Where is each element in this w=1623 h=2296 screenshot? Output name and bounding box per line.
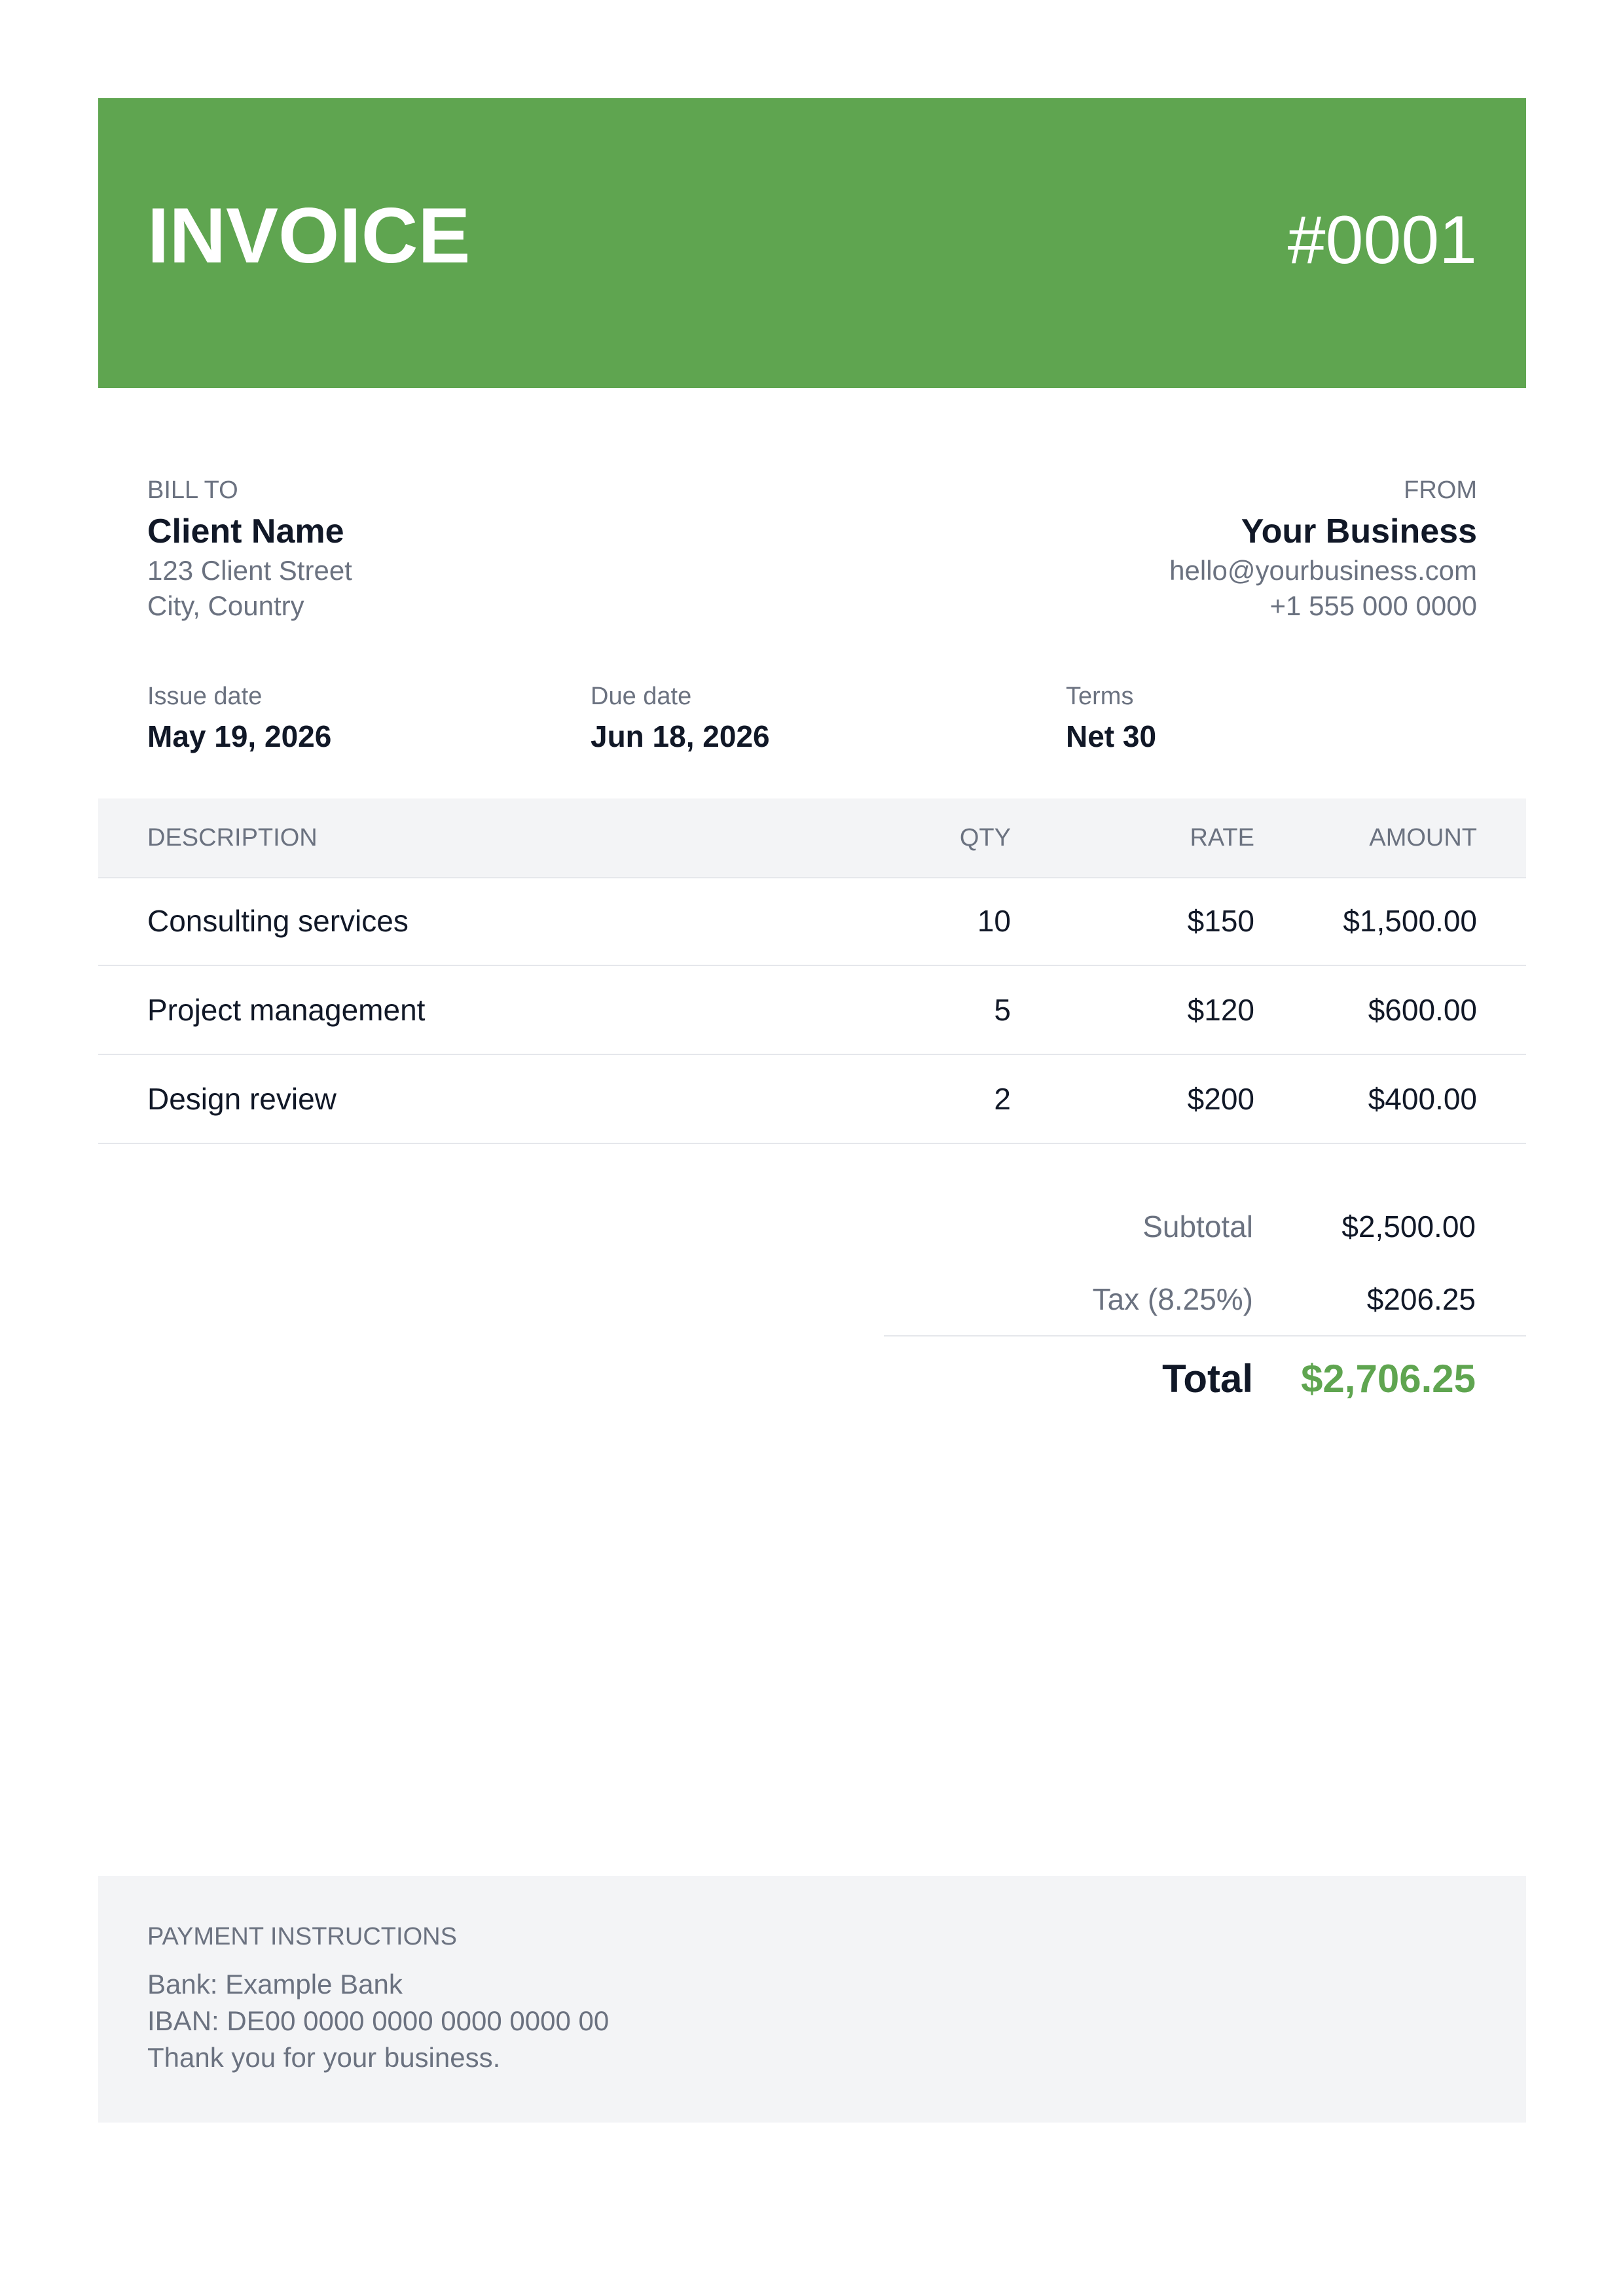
business-phone: +1 555 000 0000 [1269, 590, 1477, 621]
payment-instructions-panel: PAYMENT INSTRUCTIONS Bank: Example Bank … [98, 1876, 1526, 2123]
item-rate: $120 [1187, 993, 1254, 1027]
table-row: Design review 2 $200 $400.00 [98, 1055, 1526, 1144]
terms-label: Terms [1066, 683, 1134, 710]
item-rate: $150 [1187, 904, 1254, 938]
totals-divider [884, 1335, 1526, 1336]
from-block: FROM Your Business hello@yourbusiness.co… [822, 475, 1477, 624]
subtotal-label: Subtotal [1142, 1210, 1253, 1244]
column-header-amount: AMOUNT [1369, 824, 1477, 852]
tax-value: $206.25 [1366, 1282, 1476, 1316]
client-address-line-2: City, Country [147, 590, 304, 621]
subtotal-value: $2,500.00 [1341, 1210, 1476, 1244]
column-header-qty: QTY [959, 824, 1011, 852]
total-value: $2,706.25 [1301, 1357, 1476, 1401]
from-label: FROM [1404, 476, 1477, 504]
business-name: Your Business [1241, 512, 1477, 550]
bill-to-label: BILL TO [147, 476, 238, 504]
invoice-number: #0001 [1287, 202, 1477, 278]
total-label: Total [1162, 1357, 1253, 1401]
item-rate: $200 [1187, 1082, 1254, 1116]
table-row: Consulting services 10 $150 $1,500.00 [98, 877, 1526, 966]
invoice-title: INVOICE [147, 192, 471, 279]
item-qty: 5 [994, 993, 1011, 1027]
terms-block: Terms Net 30 [1066, 681, 1156, 755]
tax-label: Tax (8.25%) [1092, 1282, 1253, 1316]
due-date-value: Jun 18, 2026 [591, 719, 770, 753]
due-date-block: Due date Jun 18, 2026 [591, 681, 770, 755]
client-name: Client Name [147, 512, 344, 550]
issue-date-label: Issue date [147, 683, 263, 710]
item-amount: $400.00 [1368, 1082, 1477, 1116]
invoice-header-banner: INVOICE #0001 [98, 98, 1526, 388]
due-date-label: Due date [591, 683, 692, 710]
item-qty: 10 [977, 904, 1011, 938]
line-items-header: DESCRIPTION QTY RATE AMOUNT [98, 798, 1526, 878]
payment-thank-you: Thank you for your business. [147, 2042, 501, 2073]
issue-date-block: Issue date May 19, 2026 [147, 681, 331, 755]
terms-value: Net 30 [1066, 719, 1157, 753]
item-qty: 2 [994, 1082, 1011, 1116]
item-description: Consulting services [147, 904, 409, 938]
business-email: hello@yourbusiness.com [1169, 555, 1477, 586]
column-header-rate: RATE [1190, 824, 1254, 852]
item-description: Design review [147, 1082, 337, 1116]
payment-instructions-label: PAYMENT INSTRUCTIONS [147, 1923, 457, 1950]
client-address-line-1: 123 Client Street [147, 555, 352, 586]
payment-iban: IBAN: DE00 0000 0000 0000 0000 00 [147, 2005, 610, 2036]
issue-date-value: May 19, 2026 [147, 719, 332, 753]
column-header-description: DESCRIPTION [147, 824, 318, 852]
table-row: Project management 5 $120 $600.00 [98, 966, 1526, 1055]
item-amount: $1,500.00 [1343, 904, 1477, 938]
item-amount: $600.00 [1368, 993, 1477, 1027]
bill-to-block: BILL TO Client Name 123 Client Street Ci… [147, 475, 352, 624]
payment-bank: Bank: Example Bank [147, 1969, 403, 2000]
item-description: Project management [147, 993, 426, 1027]
